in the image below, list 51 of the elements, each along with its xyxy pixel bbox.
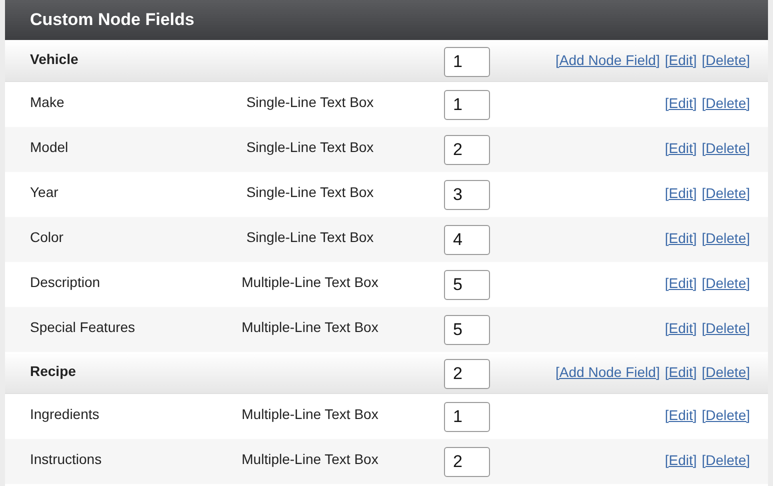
action-link[interactable]: [Edit]	[664, 320, 697, 336]
action-link[interactable]: [Edit]	[664, 407, 697, 423]
field-type: Multiple-Line Text Box	[240, 318, 380, 335]
action-link[interactable]: [Edit]	[664, 52, 697, 68]
field-name: Year	[30, 183, 60, 200]
action-link[interactable]: [Delete]	[702, 95, 750, 111]
order-field[interactable]: 4	[444, 225, 490, 255]
action-link[interactable]: [Delete]	[702, 230, 750, 246]
order-field[interactable]: 2	[444, 447, 490, 477]
field-type: Single-Line Text Box	[245, 93, 375, 110]
action-link[interactable]: [Delete]	[702, 407, 750, 423]
action-link[interactable]: [Delete]	[702, 185, 750, 201]
action-link[interactable]: [Edit]	[664, 452, 697, 468]
panel-title: Custom Node Fields	[5, 0, 768, 40]
order-field[interactable]: 5	[444, 270, 490, 300]
field-name: Instructions	[30, 450, 103, 467]
field-type: Single-Line Text Box	[245, 228, 375, 245]
field-name: Make	[30, 93, 66, 110]
order-field[interactable]: 1	[444, 402, 490, 432]
field-name: Ingredients	[30, 405, 100, 422]
field-type: Multiple-Line Text Box	[240, 405, 380, 422]
action-link[interactable]: [Edit]	[664, 95, 697, 111]
action-link[interactable]: [Add Node Field]	[556, 364, 660, 380]
action-link[interactable]: [Edit]	[664, 364, 697, 380]
order-field[interactable]: 3	[444, 180, 490, 210]
field-name: Special Features	[30, 318, 136, 335]
field-type: Single-Line Text Box	[245, 138, 375, 155]
field-type: Multiple-Line Text Box	[240, 450, 380, 467]
action-link[interactable]: [Delete]	[702, 275, 750, 291]
order-field[interactable]: 1	[444, 90, 490, 120]
action-link[interactable]: [Edit]	[664, 230, 697, 246]
order-field[interactable]: 2	[444, 135, 490, 165]
group-name: Recipe	[30, 362, 77, 379]
field-name: Color	[30, 228, 64, 245]
action-link[interactable]: [Delete]	[702, 364, 750, 380]
action-link[interactable]: [Edit]	[664, 185, 697, 201]
field-name: Model	[30, 138, 70, 155]
action-link[interactable]: [Delete]	[702, 140, 750, 156]
field-type: Single-Line Text Box	[245, 183, 375, 200]
field-type: Multiple-Line Text Box	[240, 273, 380, 290]
action-link[interactable]: [Add Node Field]	[556, 52, 660, 68]
order-field[interactable]: 1	[444, 47, 490, 77]
order-field[interactable]: 2	[444, 359, 490, 389]
action-link[interactable]: [Delete]	[702, 320, 750, 336]
action-link[interactable]: [Edit]	[664, 275, 697, 291]
action-link[interactable]: [Delete]	[702, 452, 750, 468]
field-name: Description	[30, 273, 102, 290]
action-link[interactable]: [Delete]	[702, 52, 750, 68]
action-link[interactable]: [Edit]	[664, 140, 697, 156]
order-field[interactable]: 5	[444, 315, 490, 345]
group-name: Vehicle	[30, 50, 80, 67]
